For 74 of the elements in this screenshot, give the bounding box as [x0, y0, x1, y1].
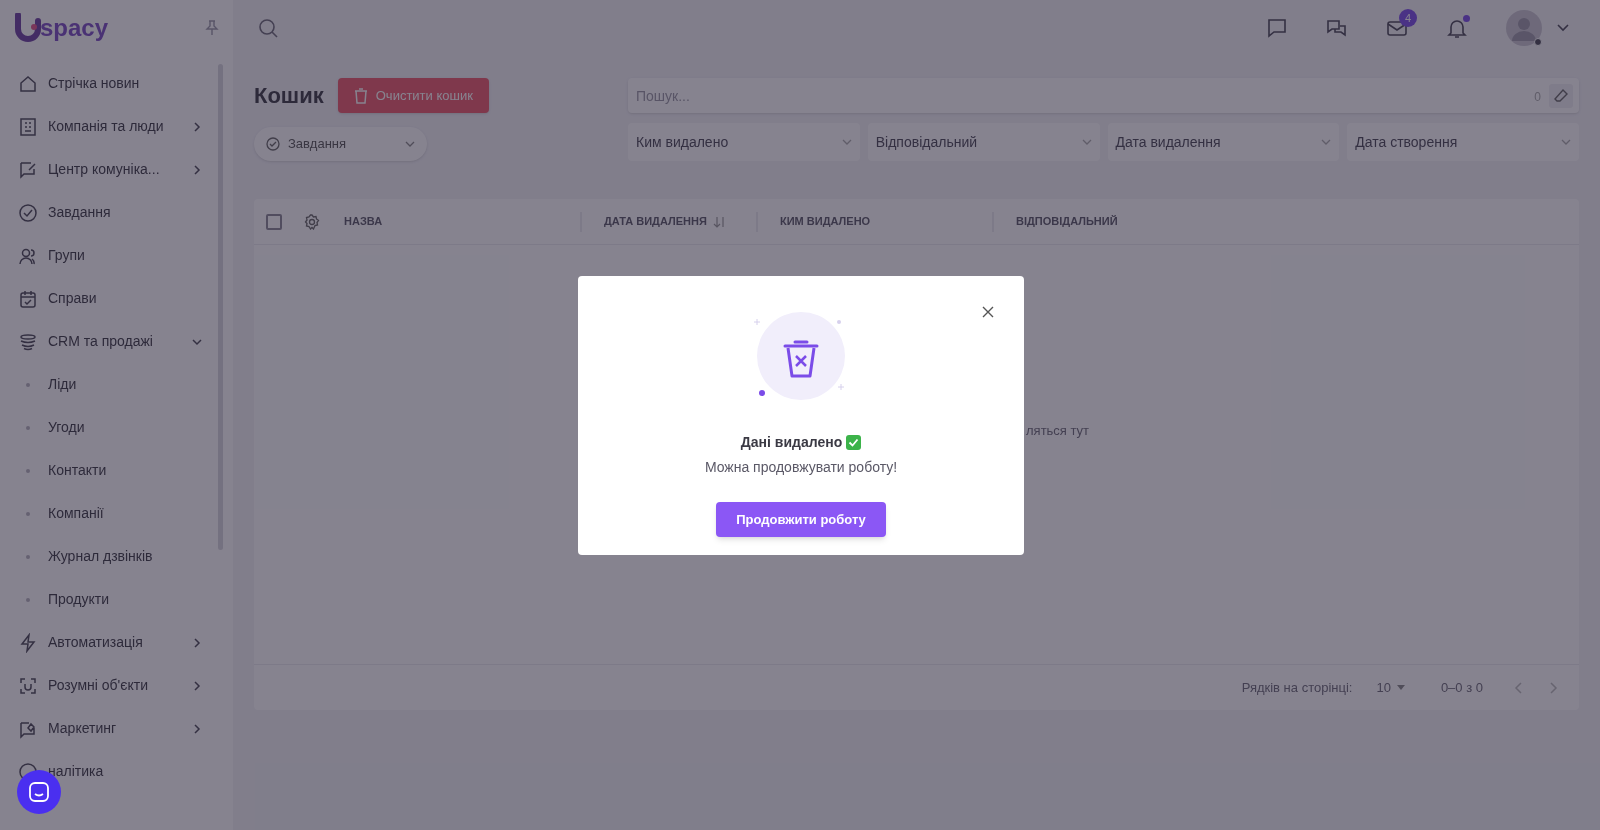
mail-count-badge: 4 [1399, 9, 1417, 27]
close-icon[interactable] [982, 306, 994, 318]
chevron-down-icon [1561, 138, 1571, 146]
lightning-icon [18, 632, 38, 653]
chat-edit-icon [18, 159, 38, 180]
previous-page-icon[interactable] [1513, 680, 1523, 695]
clear-trash-button[interactable]: Очистити кошик [337, 78, 489, 113]
bell-icon[interactable] [1446, 17, 1468, 39]
chevron-down-icon [405, 140, 415, 148]
check-circle-icon [266, 137, 280, 151]
rows-per-page-select[interactable]: 10 [1376, 677, 1405, 698]
continue-button[interactable]: Продовжити роботу [716, 502, 886, 537]
sidebar-subitem[interactable]: Угоди [18, 406, 203, 449]
chat-widget-icon [28, 781, 50, 803]
sidebar-item[interactable]: Розумні об'єкти [18, 664, 203, 707]
entity-select[interactable]: Завдання [254, 127, 427, 161]
chats-icon[interactable] [1326, 17, 1348, 39]
column-header[interactable]: ВІДПОВІДАЛЬНИЙ [992, 211, 1567, 232]
home-icon [18, 73, 38, 94]
sidebar-item[interactable]: Завдання [18, 191, 203, 234]
sidebar-item[interactable]: Групи [18, 234, 203, 277]
sidebar-item[interactable]: CRM та продажі [18, 320, 203, 363]
chevron-right-icon [191, 722, 203, 735]
building-icon [18, 116, 38, 137]
select-all-checkbox[interactable] [266, 213, 282, 230]
chevron-right-icon [191, 163, 203, 176]
filter-select[interactable]: Відповідальний [867, 123, 1100, 161]
logo-text: spacy [40, 13, 109, 43]
sidebar-item[interactable]: Центр комуніка... [18, 148, 203, 191]
sidebar-subitem[interactable]: Контакти [18, 449, 203, 492]
chevron-down-icon [1321, 138, 1332, 146]
filter-select[interactable]: Ким видалено [628, 123, 860, 161]
avatar-icon[interactable] [1506, 10, 1542, 46]
filter-select[interactable]: Дата створення [1347, 123, 1579, 161]
page-range: 0–0 з 0 [1440, 678, 1483, 697]
settings-icon[interactable] [304, 213, 320, 230]
sidebar-subitem[interactable]: Продукти [18, 578, 203, 621]
filter-select[interactable]: Дата видалення [1107, 123, 1340, 161]
search-icon[interactable] [257, 17, 279, 39]
chevron-right-icon [191, 679, 203, 692]
check-circle-icon [18, 202, 38, 223]
eraser-icon[interactable] [1549, 84, 1573, 108]
chevron-right-icon [191, 636, 203, 649]
sidebar-item[interactable]: Маркетинг [18, 707, 203, 750]
column-header[interactable]: КИМ ВИДАЛЕНО [756, 211, 992, 232]
sort-descending-icon [712, 215, 727, 228]
empty-message: ляться тут [1026, 422, 1090, 440]
chevron-down-icon [1081, 138, 1092, 146]
next-page-icon[interactable] [1549, 680, 1559, 695]
caret-down-icon [1396, 685, 1405, 690]
check-icon [846, 435, 862, 450]
sidebar-subitem[interactable]: Ліди [18, 363, 203, 406]
chevron-right-icon [191, 120, 203, 133]
trash-icon [353, 87, 368, 104]
chevron-down-icon [841, 138, 852, 146]
logo-icon [14, 13, 42, 43]
rows-per-page-label: Рядків на сторінці: [1241, 678, 1353, 697]
sidebar-item[interactable]: Автоматизація [18, 621, 203, 664]
sidebar-subitem[interactable]: Журнал дзвінків [18, 535, 203, 578]
scan-icon [18, 675, 38, 696]
sidebar-item[interactable]: Справи [18, 277, 203, 320]
pin-icon[interactable] [205, 20, 219, 36]
column-header[interactable]: НАЗВА [344, 211, 580, 232]
dialog-message: Можна продовжувати роботу! [704, 458, 898, 477]
sidebar-subitem[interactable]: Компанії [18, 492, 203, 535]
sidebar-item[interactable]: Стрічка новин [18, 62, 203, 105]
page-title: Кошик [254, 82, 324, 110]
column-header[interactable]: ДАТА ВИДАЛЕННЯ [580, 211, 756, 232]
chevron-down-icon[interactable] [1556, 23, 1570, 33]
layers-icon [18, 331, 38, 352]
sidebar-item[interactable]: Компанія та люди [18, 105, 203, 148]
dialog-title: Дані видалено [740, 433, 843, 452]
calendar-icon [18, 288, 38, 309]
chat-icon[interactable] [1266, 17, 1288, 39]
